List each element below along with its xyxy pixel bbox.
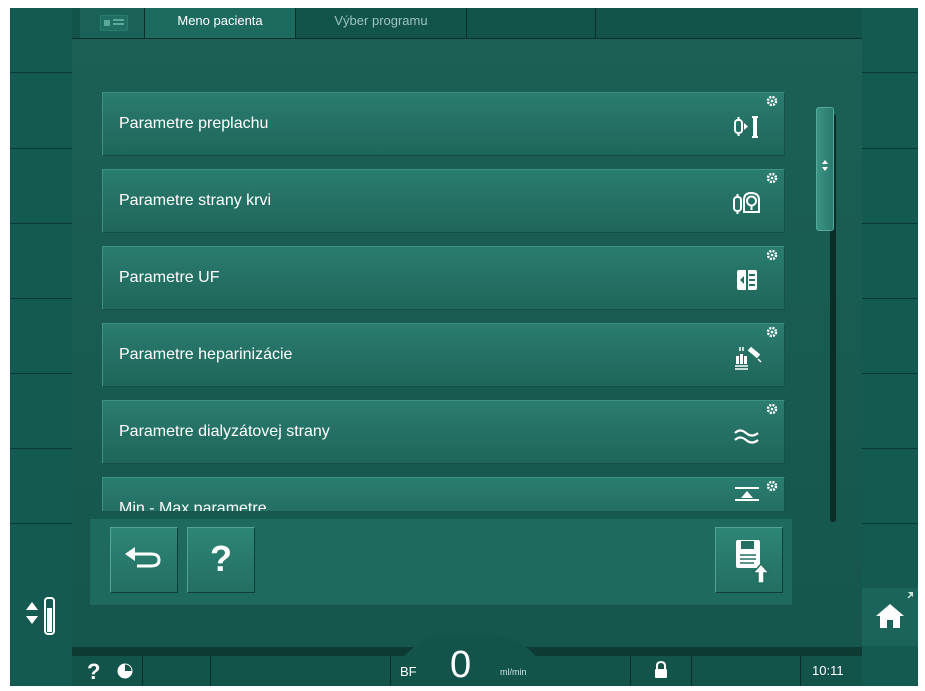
menu-item-uf-parameters[interactable]: Parametre UF [102,246,785,310]
clock-time: 10:11 [812,663,844,678]
menu-item-label: Parametre UF [119,269,220,286]
left-side-column [10,8,72,686]
back-button[interactable] [110,527,178,593]
menu-item-heparin-parameters[interactable]: Parametre heparinizácie [102,323,785,387]
right-side-column [862,8,918,686]
back-arrow-icon [125,547,161,568]
dialysate-wave-icon [734,429,759,444]
tab-label: Meno pacienta [177,13,263,28]
heparin-syringe-icon [735,346,762,370]
action-toolbar: ? [90,519,792,605]
lock-button[interactable] [630,656,692,686]
gear-icon [766,403,778,415]
uf-icon [737,270,757,290]
menu-item-label: Parametre strany krvi [119,192,272,209]
help-button[interactable]: ? [187,527,255,593]
clock: 10:11 [800,656,862,686]
tab-label: Výber programu [334,13,428,28]
bf-unit: ml/min [500,667,527,677]
parameter-list: Parametre preplachu Parametre strany krv… [102,89,792,511]
min-max-icon [735,487,759,501]
rinse-icon [734,116,758,138]
menu-item-min-max-parameters[interactable]: Min - Max parametre [102,477,785,511]
tab-patient-card[interactable] [80,8,144,38]
tab-program-selection[interactable]: Výber programu [296,8,466,38]
blood-flow-readout: BF 0 ml/min [390,644,550,686]
menu-item-label: Parametre dialyzátovej strany [119,423,330,440]
up-down-adjust-icon [26,597,55,635]
gear-icon [766,249,778,261]
help-label: ? [210,538,232,579]
tab-patient-name[interactable]: Meno pacienta [145,8,295,38]
dialysis-screen: Meno pacienta Výber programu Parametre p… [10,8,918,686]
blood-pump-icon [733,191,760,214]
gear-icon [766,172,778,184]
menu-item-label: Parametre preplachu [119,115,269,132]
help-label: ? [87,659,101,684]
lock-icon [655,661,667,678]
gear-icon [766,326,778,338]
home-icon [876,592,913,628]
drag-handle-icon [822,160,828,171]
save-upload-icon [736,540,771,584]
menu-item-label: Parametre heparinizácie [119,346,293,363]
menu-item-dialysate-side-parameters[interactable]: Parametre dialyzátovej strany [102,400,785,464]
adjust-slider-control[interactable] [20,594,62,638]
home-button[interactable] [862,588,918,646]
timer-icon [117,663,133,679]
top-tab-bar: Meno pacienta Výber programu [72,8,862,39]
bf-value: 0 [450,644,472,686]
save-button[interactable] [715,527,783,593]
menu-item-blood-side-parameters[interactable]: Parametre strany krvi [102,169,785,233]
patient-card-icon [100,15,128,31]
scrollbar-thumb[interactable] [816,107,834,231]
bf-label: BF [400,664,417,679]
gear-icon [766,95,778,107]
gear-icon [766,480,778,492]
menu-item-label: Min - Max parametre [119,500,267,511]
status-help-button[interactable]: ? [72,656,143,686]
menu-item-rinse-parameters[interactable]: Parametre preplachu [102,92,785,156]
